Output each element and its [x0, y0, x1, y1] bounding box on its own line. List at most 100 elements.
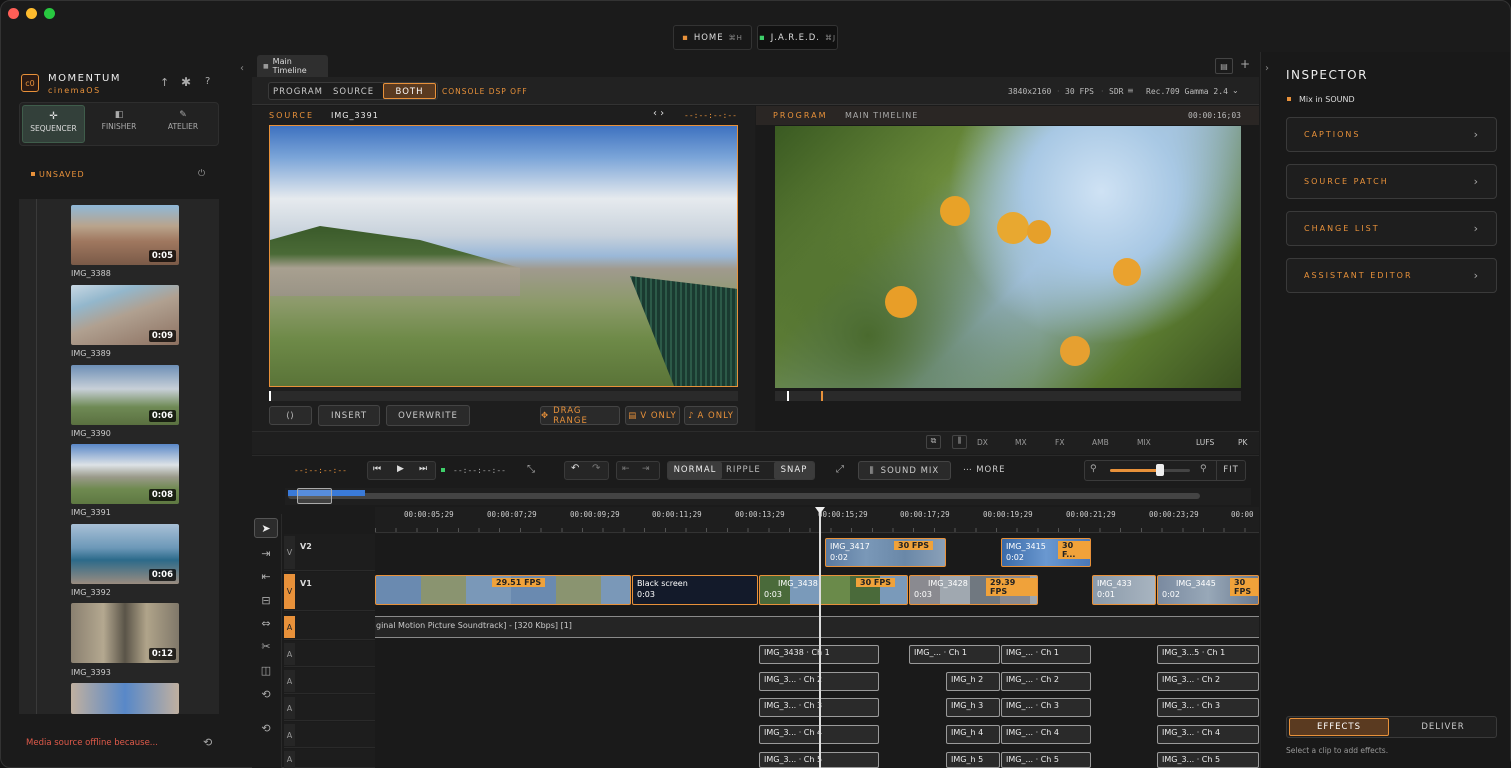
change-list-button[interactable]: CHANGE LIST ›	[1286, 211, 1497, 246]
track-back-icon[interactable]: ⇤	[254, 566, 278, 586]
format-gamma[interactable]: Rec.709 Gamma 2.4	[1146, 87, 1228, 96]
split-tool-icon[interactable]: ◫	[254, 660, 278, 680]
track-a1-toggle[interactable]: A	[284, 616, 295, 638]
track-a5-toggle[interactable]: A	[284, 724, 295, 746]
audio-clip[interactable]: IMG_h 2	[946, 672, 1000, 691]
clip-img-3415[interactable]: IMG_3415 0:02 30 F...	[1001, 538, 1091, 567]
close-window-button[interactable]	[8, 8, 19, 19]
media-thumb-3388[interactable]: 0:05	[71, 205, 179, 265]
media-thumb-3390[interactable]: 0:06	[71, 365, 179, 425]
play-icon[interactable]: ▶	[397, 464, 404, 474]
track-header-a3[interactable]	[284, 668, 375, 694]
mixer-fx[interactable]: FX	[1055, 438, 1064, 447]
clip-black-screen[interactable]: Black screen 0:03	[632, 575, 758, 605]
copy-icon[interactable]: ⧉	[926, 435, 941, 449]
overwrite-button[interactable]: OVERWRITE	[386, 405, 470, 426]
track-a3-toggle[interactable]: A	[284, 670, 295, 692]
mixer-mix[interactable]: MIX	[1137, 438, 1151, 447]
tab-main-timeline[interactable]: ■ Main Timeline	[257, 55, 328, 77]
track-v2-toggle[interactable]: V	[284, 536, 295, 569]
zoom-in-icon[interactable]: ⚲	[1200, 464, 1207, 474]
timeline-overview[interactable]	[285, 488, 1251, 505]
code-icon[interactable]: ‹ ›	[653, 108, 664, 119]
audio-clip[interactable]: IMG_h 3	[946, 698, 1000, 717]
source-patch-button[interactable]: SOURCE PATCH ›	[1286, 164, 1497, 199]
drag-range-button[interactable]: ✥ DRAG RANGE	[540, 406, 620, 426]
track-header-a6[interactable]	[284, 749, 375, 768]
error-message[interactable]: Media source offline because...	[26, 738, 158, 748]
zoom-slider[interactable]	[1110, 464, 1190, 476]
add-tab-icon[interactable]: +	[1240, 57, 1250, 71]
audio-clip[interactable]: IMG_... · Ch 1	[909, 645, 1000, 664]
track-header-v1[interactable]	[284, 572, 375, 611]
audio-clip[interactable]: IMG_... · Ch 3	[1001, 698, 1091, 717]
mode-snap[interactable]: SNAP	[774, 462, 814, 479]
tab-jared[interactable]: ▪ J.A.R.E.D. ⌘J	[757, 25, 838, 50]
console-dsp-status[interactable]: CONSOLE DSP OFF	[442, 87, 528, 96]
upload-icon[interactable]: ↑	[160, 76, 169, 89]
collapse-right-icon[interactable]: ›	[1265, 63, 1269, 74]
media-thumb-3392[interactable]: 0:06	[71, 524, 179, 584]
audio-clip[interactable]: IMG_... · Ch 2	[1001, 672, 1091, 691]
history-tool-icon[interactable]: ⟲	[254, 718, 278, 738]
video-only-button[interactable]: ▤ V ONLY	[625, 406, 680, 425]
tab-effects[interactable]: EFFECTS	[1289, 718, 1389, 736]
layout-icon[interactable]: ▤	[1215, 58, 1233, 74]
media-thumb-3389[interactable]: 0:09	[71, 285, 179, 345]
track-header-a1[interactable]	[284, 612, 375, 640]
source-frame[interactable]	[269, 125, 738, 387]
clip-img-3428[interactable]: IMG_3428 0:03 29.39 FPS	[909, 575, 1038, 605]
program-scrub-bar[interactable]	[775, 391, 1241, 401]
mixer-amb[interactable]: AMB	[1092, 438, 1109, 447]
select-tool-icon[interactable]: ➤	[254, 518, 278, 538]
audio-clip[interactable]: IMG_3... · Ch 2	[1157, 672, 1259, 691]
media-thumb-3391[interactable]: 0:08	[71, 444, 179, 504]
audio-clip[interactable]: IMG_h 5	[946, 752, 1000, 768]
zoom-window-button[interactable]	[44, 8, 55, 19]
chevron-down-icon[interactable]: ⌄	[1232, 86, 1239, 95]
source-scrub-bar[interactable]	[269, 391, 738, 401]
audio-clip[interactable]: IMG_h 4	[946, 725, 1000, 744]
zoom-out-icon[interactable]: ⚲	[1090, 464, 1097, 474]
audio-only-button[interactable]: ♪ A ONLY	[684, 406, 738, 425]
track-a2-toggle[interactable]: A	[284, 643, 295, 665]
audio-clip[interactable]: IMG_3... · Ch 5	[1157, 752, 1259, 768]
sound-mix-button[interactable]: ⫼ SOUND MIX	[858, 461, 951, 480]
list-icon[interactable]: ≡	[1127, 86, 1134, 95]
media-thumb-partial[interactable]	[71, 683, 179, 714]
slip-tool-icon[interactable]: ⊟	[254, 590, 278, 610]
track-forward-icon[interactable]: ⇥	[254, 543, 278, 563]
history-icon[interactable]: ⟲	[203, 736, 212, 749]
format-dynamic[interactable]: SDR	[1109, 87, 1123, 96]
program-frame[interactable]	[775, 126, 1241, 388]
mode-finisher[interactable]: ◧ FINISHER	[89, 105, 149, 143]
settings-icon[interactable]: ✱	[181, 75, 191, 89]
mode-both[interactable]: BOTH	[383, 83, 436, 99]
track-header-a5[interactable]	[284, 722, 375, 748]
audio-clip[interactable]: IMG_3... · Ch 3	[1157, 698, 1259, 717]
mode-normal[interactable]: NORMAL	[668, 462, 722, 479]
captions-button[interactable]: CAPTIONS ›	[1286, 117, 1497, 152]
tab-deliver[interactable]: DELIVER	[1393, 722, 1493, 732]
clip-v1-landscape[interactable]: 29.51 FPS	[375, 575, 631, 605]
skip-back-icon[interactable]: ⏮	[373, 464, 381, 474]
razor-tool-icon[interactable]: ✂	[254, 636, 278, 656]
mark-in-out-button[interactable]: ⟨ ⟩	[269, 406, 312, 425]
track-v1-toggle[interactable]: V	[284, 574, 295, 609]
audio-clip[interactable]: IMG_3...5 · Ch 1	[1157, 645, 1259, 664]
track-header-a4[interactable]	[284, 695, 375, 721]
clip-img-433[interactable]: IMG_433 0:01	[1092, 575, 1156, 605]
collapse-left-icon[interactable]: ‹	[240, 63, 244, 74]
playhead[interactable]	[819, 510, 821, 768]
track-header-v2[interactable]	[284, 534, 375, 571]
mode-source[interactable]: SOURCE	[333, 87, 374, 97]
more-button[interactable]: ⋯ MORE	[963, 465, 1006, 475]
clip-img-3445[interactable]: IMG_3445 0:02 30 FPS	[1157, 575, 1259, 605]
track-a4-toggle[interactable]: A	[284, 697, 295, 719]
clip-img-3417[interactable]: IMG_3417 0:02 30 FPS	[825, 538, 946, 567]
mode-sequencer[interactable]: ✛ SEQUENCER	[22, 105, 85, 143]
mixer-mx[interactable]: MX	[1015, 438, 1027, 447]
faders-icon[interactable]: ⫼	[952, 435, 967, 449]
expand-icon[interactable]: ⤡	[527, 464, 535, 475]
audio-clip[interactable]: IMG_... · Ch 1	[1001, 645, 1091, 664]
